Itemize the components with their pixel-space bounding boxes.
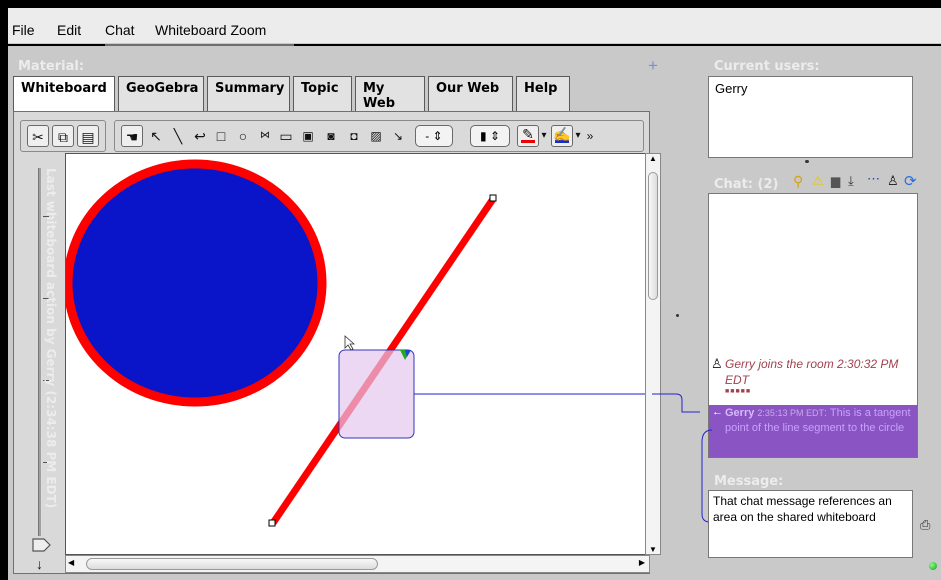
menu-bar: File Edit Chat Whiteboard Zoom [8, 8, 941, 46]
cut-icon[interactable]: ✂ [27, 125, 49, 147]
tab-label: Whiteboard [21, 81, 107, 96]
user-icon[interactable]: ♙ [887, 173, 899, 189]
tab-my-web[interactable]: My Web [355, 76, 425, 112]
line-color-dropdown[interactable]: ▾ [539, 125, 549, 147]
rectangle-tool-icon[interactable]: □ [210, 125, 232, 147]
current-users-list: Gerry [708, 76, 913, 158]
search-icon[interactable]: ⚲ [793, 173, 803, 190]
horizontal-scroll-thumb[interactable] [86, 558, 378, 570]
chat-log: ♙ Gerry joins the room 2:30:32 PM EDT ■■… [708, 193, 918, 458]
more-options-icon[interactable]: ⋯ [867, 171, 880, 187]
tab-whiteboard[interactable]: Whiteboard [13, 76, 115, 114]
pan-hand-icon[interactable]: ☚ [121, 125, 143, 147]
screenshot-tool-icon[interactable]: ▨ [365, 125, 387, 147]
reference-arrow-icon: ← [712, 406, 723, 418]
tab-label: Our Web [436, 81, 500, 96]
canvas-horizontal-scrollbar[interactable]: ◀ ▶ [65, 555, 650, 573]
tab-help[interactable]: Help [516, 76, 570, 112]
message-title: Message: [714, 474, 784, 489]
scroll-left-icon[interactable]: ◀ [68, 558, 74, 567]
whiteboard-panel: ✂ ⧉ ▤ ☚ ↖ ╲ ↩ □ ○ ⋈ ▭ ▣ ◙ ◘ ▨ ↘ - ⇕ ▮ ⇕ … [13, 111, 661, 574]
tab-label: Help [524, 81, 558, 96]
select-arrow-icon[interactable]: ↖ [145, 125, 167, 147]
tab-topic[interactable]: Topic [293, 76, 352, 112]
menu-chat[interactable]: Chat [105, 22, 135, 38]
download-history-icon[interactable]: ↓ [36, 556, 43, 572]
chat-message-highlighted[interactable]: ← Gerry 2:35:13 PM EDT: This is a tangen… [709, 405, 917, 457]
line-color-icon[interactable]: ✎ [517, 125, 539, 147]
last-action-label: Last whiteboard action by Gerry (2:34:38… [44, 168, 58, 509]
chat-placeholder-marks: ■■■■■ [725, 388, 752, 395]
menu-file[interactable]: File [12, 22, 35, 38]
graph-tool-icon[interactable]: ⋈ [254, 125, 276, 147]
connection-status-icon [929, 562, 937, 570]
add-tab-button[interactable]: + [648, 56, 658, 76]
reference-link-connector [652, 393, 712, 523]
circle-shape[interactable] [66, 159, 327, 407]
text-color-icon[interactable]: ✍ [551, 125, 573, 147]
mouse-pointer-icon [344, 335, 356, 351]
line-tool-icon[interactable]: ╲ [167, 125, 189, 147]
tab-label: Topic [301, 81, 339, 96]
app-frame: File Edit Chat Whiteboard Zoom Material:… [0, 0, 941, 580]
chat-author: Gerry [725, 407, 755, 419]
whiteboard-toolbar: ✂ ⧉ ▤ ☚ ↖ ╲ ↩ □ ○ ⋈ ▭ ▣ ◙ ◘ ▨ ↘ - ⇕ ▮ ⇕ … [20, 120, 644, 152]
whiteboard-drawing [66, 159, 649, 527]
message-input[interactable]: That chat message references an area on … [708, 490, 913, 558]
history-slider-strip: Last whiteboard action by Gerry (2:34:38… [22, 156, 66, 572]
refresh-icon[interactable]: ⟳ [904, 172, 917, 190]
line-width-value: - [425, 129, 430, 143]
user-icon: ♙ [711, 356, 723, 371]
reference-tool-icon[interactable]: ↘ [387, 125, 409, 147]
note-tool-icon[interactable]: ▣ [297, 125, 319, 147]
line-start-handle[interactable] [268, 519, 276, 527]
join-message-text: Gerry joins the room 2:30:32 PM EDT [725, 357, 899, 387]
more-tools-icon[interactable]: » [583, 125, 597, 147]
textbox-tool-icon[interactable]: ▭ [275, 125, 297, 147]
history-slider-track[interactable] [38, 168, 42, 536]
tab-label: GeoGebra [126, 81, 199, 96]
chat-toolbar: ⚲ ⚠ ▆ ⤓ ⋯ ♙ ⟳ [791, 171, 941, 191]
line-end-handle[interactable] [489, 194, 497, 202]
chat-time: 2:35:13 PM EDT [757, 408, 824, 418]
tab-summary[interactable]: Summary [207, 76, 290, 112]
tab-label: My Web [363, 81, 395, 111]
camera-tool-icon[interactable]: ◘ [343, 125, 365, 147]
menu-whiteboard-zoom[interactable]: Whiteboard Zoom [155, 22, 266, 38]
ellipse-tool-icon[interactable]: ○ [232, 125, 254, 147]
app-body: Material: + Whiteboard GeoGebra Summary … [8, 46, 941, 580]
scroll-up-icon[interactable]: ▲ [649, 154, 657, 163]
scroll-down-icon[interactable]: ▼ [649, 545, 657, 554]
referenced-area-box[interactable] [338, 349, 415, 439]
tab-our-web[interactable]: Our Web [428, 76, 513, 112]
whiteboard-canvas[interactable] [65, 153, 650, 555]
line-width-select[interactable]: - ⇕ [415, 125, 453, 147]
menu-edit[interactable]: Edit [57, 22, 81, 38]
copy-icon[interactable]: ⧉ [52, 125, 74, 147]
users-splitter-handle[interactable] [805, 160, 809, 163]
toolbar-group-drawing: ☚ ↖ ╲ ↩ □ ○ ⋈ ▭ ▣ ◙ ◘ ▨ ↘ - ⇕ ▮ ⇕ ✎ ▾ ✍ … [114, 120, 644, 152]
panel-splitter-handle[interactable] [676, 314, 679, 317]
send-message-icon[interactable]: ⎙ [920, 517, 930, 533]
connector-tool-icon[interactable]: ↩ [189, 125, 211, 147]
slider-thumb-icon[interactable] [31, 536, 53, 554]
scroll-right-icon[interactable]: ▶ [639, 558, 645, 567]
bell-icon[interactable]: ⚠ [812, 173, 824, 189]
current-users-title: Current users: [714, 59, 820, 74]
text-color-dropdown[interactable]: ▾ [573, 125, 583, 147]
paste-icon[interactable]: ▤ [77, 125, 99, 147]
material-title: Material: [18, 59, 85, 74]
tab-geogebra[interactable]: GeoGebra [118, 76, 204, 112]
chat-message-join[interactable]: ♙ Gerry joins the room 2:30:32 PM EDT ■■… [711, 356, 911, 395]
toolbar-group-clipboard: ✂ ⧉ ▤ [20, 120, 106, 152]
fill-style-select[interactable]: ▮ ⇕ [470, 125, 510, 147]
tab-label: Summary [215, 81, 285, 96]
user-list-item[interactable]: Gerry [715, 81, 906, 96]
chat-title: Chat: (2) [714, 177, 779, 192]
image-tool-icon[interactable]: ◙ [320, 125, 342, 147]
vertical-scroll-thumb[interactable] [648, 172, 658, 300]
folder-icon[interactable]: ▆ [831, 174, 840, 188]
download-icon[interactable]: ⤓ [848, 173, 854, 189]
